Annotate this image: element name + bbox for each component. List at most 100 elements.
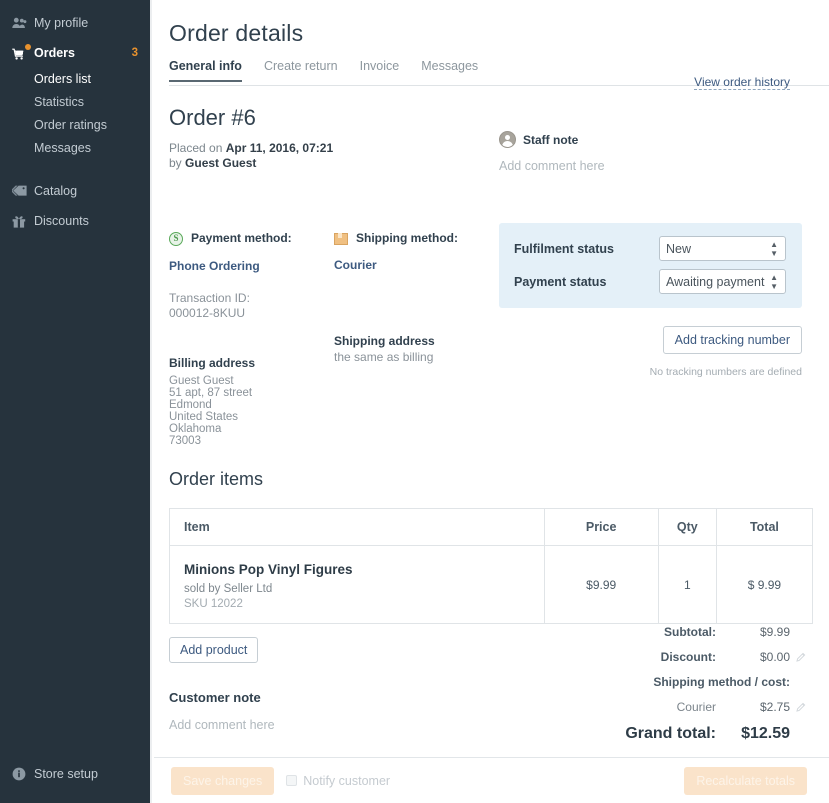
shipping-method-label: Shipping method: [356, 231, 458, 245]
tab-create-return[interactable]: Create return [264, 59, 338, 82]
status-panel: Fulfilment status New ▲▼ Payment status … [499, 223, 802, 308]
sidebar-item-orders-list[interactable]: Orders list [0, 68, 150, 91]
shipping-method-value[interactable]: Courier [334, 258, 484, 272]
avatar [499, 131, 516, 148]
shipping-cost-name: Courier [677, 700, 716, 714]
cell-item: Minions Pop Vinyl Figures sold by Seller… [170, 546, 545, 624]
column-header-price: Price [544, 509, 658, 546]
order-items-table: Item Price Qty Total Minions Pop Vinyl F… [169, 508, 813, 624]
billing-line: Oklahoma [169, 423, 334, 435]
cell-total: $ 9.99 [716, 546, 812, 624]
cell-price: $9.99 [544, 546, 658, 624]
recalculate-totals-button[interactable]: Recalculate totals [684, 767, 807, 795]
billing-address-title: Billing address [169, 356, 334, 370]
info-icon [12, 767, 34, 781]
column-header-total: Total [716, 509, 812, 546]
tab-messages[interactable]: Messages [421, 59, 478, 82]
billing-line: 51 apt, 87 street [169, 387, 334, 399]
sidebar-item-order-ratings[interactable]: Order ratings [0, 114, 150, 137]
fulfilment-status-label: Fulfilment status [514, 242, 659, 256]
package-box-icon [334, 233, 348, 245]
totals-section: Subtotal: $9.99 Discount: $0.00 Shi [507, 625, 807, 754]
sidebar-item-label: Orders [34, 46, 75, 60]
sidebar-item-label: Store setup [34, 767, 98, 781]
billing-line: Edmond [169, 399, 334, 411]
table-body: Minions Pop Vinyl Figures sold by Seller… [170, 546, 813, 624]
fulfilment-status-row: Fulfilment status New ▲▼ [514, 236, 786, 261]
sidebar-nav-bottom: Store setup [0, 759, 150, 789]
view-order-history-link[interactable]: View order history [694, 75, 790, 90]
fulfilment-status-select[interactable]: New ▲▼ [659, 236, 786, 261]
table-header-row: Item Price Qty Total [170, 509, 813, 546]
checkbox-box-icon[interactable] [286, 775, 297, 786]
staff-note-label: Staff note [523, 133, 578, 147]
shipping-method-header: Shipping method: [334, 231, 484, 245]
main-wrapper: Order details General info Create return… [150, 0, 829, 803]
column-header-item: Item [170, 509, 545, 546]
tab-invoice[interactable]: Invoice [360, 59, 400, 82]
discount-value: $0.00 [716, 650, 790, 664]
sidebar-item-messages[interactable]: Messages [0, 137, 150, 160]
by-prefix: by [169, 156, 182, 170]
grand-total-value: $12.59 [716, 725, 790, 743]
transaction-id-label: Transaction ID: [169, 291, 334, 306]
order-header-row: Order #6 Placed on Apr 11, 2016, 07:21 b… [169, 105, 812, 173]
notify-customer-checkbox[interactable]: Notify customer [286, 774, 390, 788]
save-changes-button[interactable]: Save changes [171, 767, 274, 795]
dollar-coin-icon: S [169, 232, 183, 246]
tab-general-info[interactable]: General info [169, 59, 242, 82]
shipping-cost-label: Shipping method / cost: [653, 675, 790, 689]
sidebar-item-my-profile[interactable]: My profile [0, 8, 150, 38]
sidebar-divider [0, 160, 150, 176]
methods-row: S Payment method: Phone Ordering Transac… [169, 231, 812, 447]
sku-label: SKU [184, 598, 208, 610]
add-product-button[interactable]: Add product [169, 637, 258, 663]
billing-line: 73003 [169, 435, 334, 447]
table-row: Minions Pop Vinyl Figures sold by Seller… [170, 546, 813, 624]
billing-address-block: Billing address Guest Guest 51 apt, 87 s… [169, 356, 334, 447]
shipping-method-column: Shipping method: Courier Shipping addres… [334, 231, 484, 447]
placed-date: Apr 11, 2016, 07:21 [226, 141, 333, 155]
shipping-address-block: Shipping address the same as billing [334, 334, 484, 364]
sidebar-item-discounts[interactable]: Discounts [0, 206, 150, 236]
add-tracking-number-button[interactable]: Add tracking number [663, 326, 802, 354]
staff-note-input[interactable]: Add comment here [499, 159, 812, 173]
sku-value: 12022 [211, 598, 243, 610]
orders-alert-dot [25, 44, 31, 50]
table-header: Item Price Qty Total [170, 509, 813, 546]
grand-total-label: Grand total: [625, 725, 716, 743]
order-number: Order #6 [169, 105, 499, 131]
subtotal-value: $9.99 [716, 625, 790, 639]
sidebar-item-store-setup[interactable]: Store setup [0, 759, 150, 789]
payment-method-value[interactable]: Phone Ordering [169, 259, 334, 273]
product-name[interactable]: Minions Pop Vinyl Figures [184, 562, 530, 577]
app-root: My profile Orders 3 Orders list S [0, 0, 829, 803]
billing-line: United States [169, 411, 334, 423]
shipping-cost-value: $2.75 [716, 700, 790, 714]
tracking-section: Add tracking number No tracking numbers … [499, 326, 802, 378]
grand-total-row: Grand total: $12.59 [507, 725, 807, 743]
sidebar-item-statistics[interactable]: Statistics [0, 91, 150, 114]
tag-icon [12, 185, 34, 197]
shipping-method-label-row: Shipping method / cost: [507, 675, 807, 689]
column-header-qty: Qty [658, 509, 716, 546]
shipping-address-value: the same as billing [334, 350, 484, 364]
payment-method-column: S Payment method: Phone Ordering Transac… [169, 231, 334, 447]
order-items-title: Order items [169, 447, 812, 490]
payment-status-value: Awaiting payment [666, 275, 764, 289]
payment-status-row: Payment status Awaiting payment ▲▼ [514, 269, 786, 294]
fulfilment-status-value: New [666, 242, 691, 256]
sidebar-subitem-label: Order ratings [34, 118, 107, 132]
billing-address-lines: Guest Guest 51 apt, 87 street Edmond Uni… [169, 375, 334, 447]
orders-count-badge: 3 [132, 47, 138, 59]
discount-row: Discount: $0.00 [507, 650, 807, 664]
payment-status-select[interactable]: Awaiting payment ▲▼ [659, 269, 786, 294]
edit-pencil-icon[interactable] [796, 652, 807, 662]
sidebar-item-orders[interactable]: Orders 3 [0, 38, 150, 68]
order-header-left: Order #6 Placed on Apr 11, 2016, 07:21 b… [169, 105, 499, 173]
shipping-address-title: Shipping address [334, 334, 484, 348]
edit-pencil-icon[interactable] [796, 702, 807, 712]
sidebar-item-catalog[interactable]: Catalog [0, 176, 150, 206]
sidebar-item-label: Discounts [34, 214, 89, 228]
product-seller: sold by Seller Ltd [184, 583, 530, 595]
